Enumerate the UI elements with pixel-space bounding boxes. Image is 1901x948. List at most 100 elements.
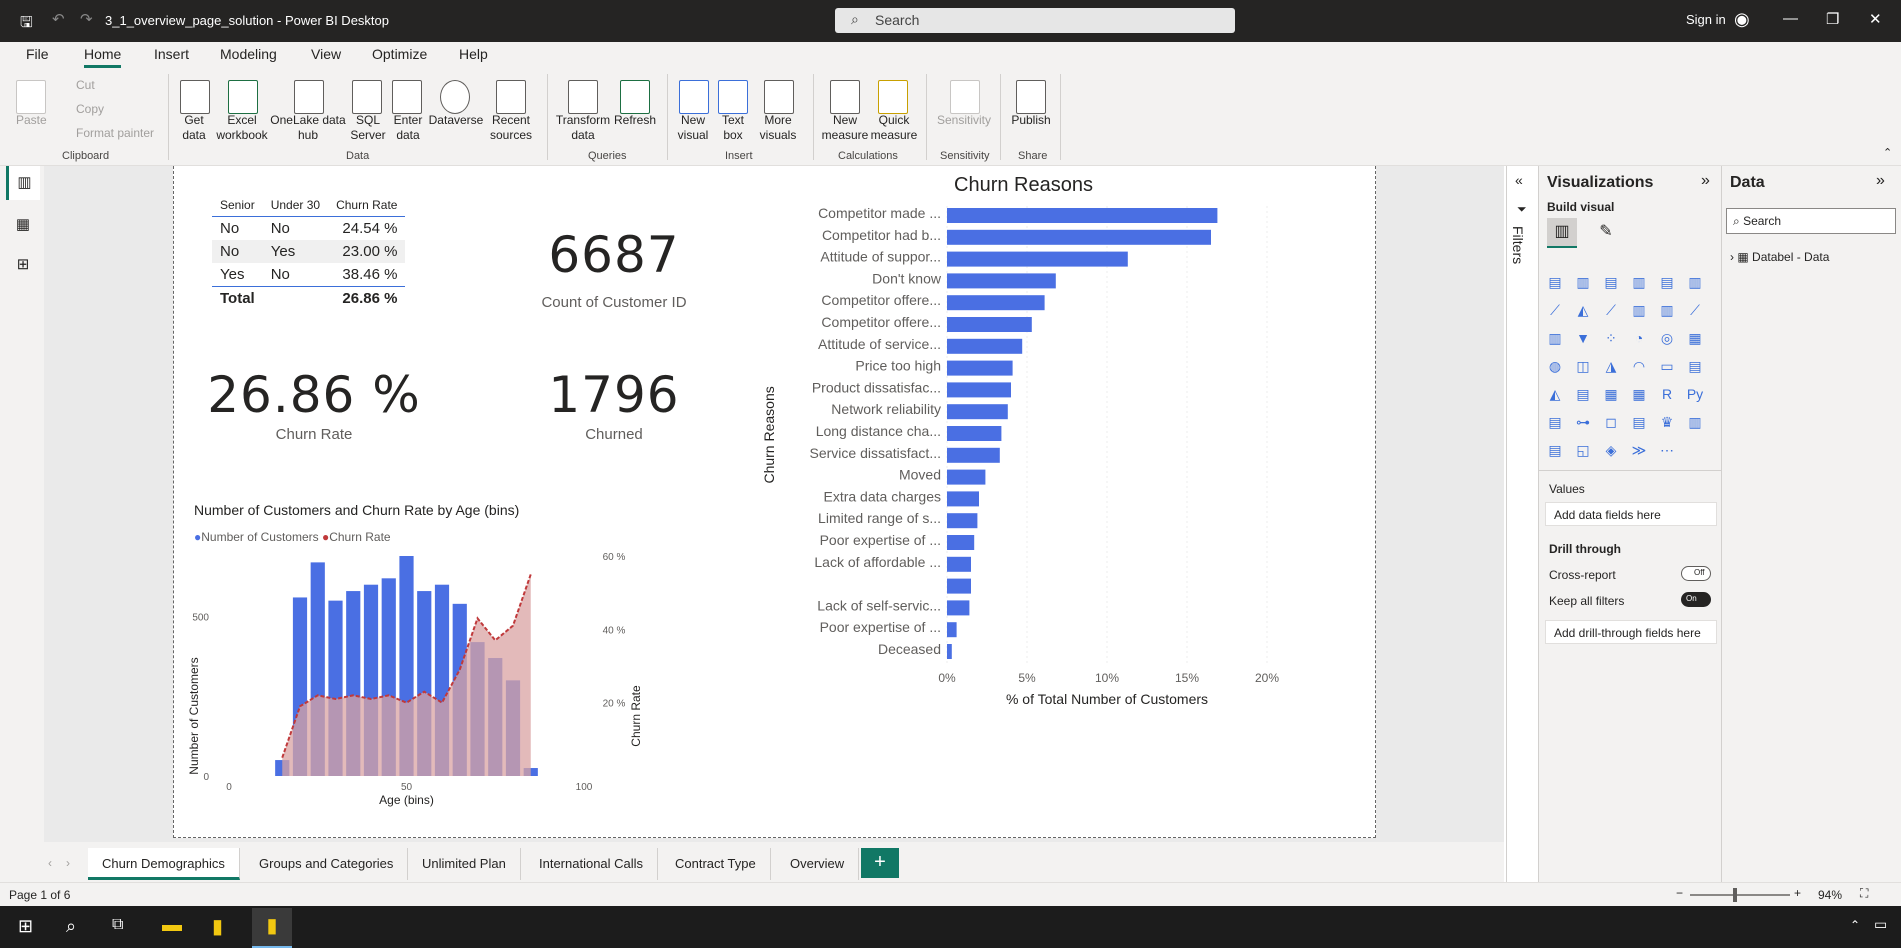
tray-chevron-icon[interactable]: ⌃ [1850,918,1860,932]
tab-contract-type[interactable]: Contract Type [661,848,771,880]
visual-type-icon[interactable]: ⟋ [1685,300,1705,320]
quick-measure-button[interactable]: Quick measure [866,113,922,143]
zoom-thumb[interactable] [1733,888,1737,902]
visual-type-icon[interactable]: R [1657,384,1677,404]
visual-type-icon[interactable]: ▦ [1629,384,1649,404]
sign-in-button[interactable]: Sign in [1686,12,1726,27]
fit-to-page-icon[interactable]: ⛶ [1860,886,1868,901]
model-view-icon[interactable]: ⊞ [6,248,40,282]
menu-file[interactable]: File [26,46,49,62]
tab-unlimited-plan[interactable]: Unlimited Plan [408,848,521,880]
churn-reasons-chart[interactable]: 0% 5% 10% 15% 20% Competitor made ... Competit… [754,196,1364,826]
expand-filters-icon[interactable]: « [1515,172,1523,188]
visual-type-icon[interactable]: ⟋ [1601,300,1621,320]
tab-international-calls[interactable]: International Calls [525,848,659,880]
visual-type-icon[interactable]: ◈ [1601,440,1621,460]
menu-help[interactable]: Help [459,46,488,62]
data-search-input[interactable]: ⌕ Search [1726,208,1896,234]
text-box-button[interactable]: Text box [713,113,753,143]
restore-icon[interactable]: ❐ [1826,10,1839,28]
table-view-icon[interactable]: ▦ [6,208,40,242]
close-icon[interactable]: ✕ [1869,10,1882,28]
format-visual-icon[interactable]: ✎ [1591,218,1621,248]
publish-button[interactable]: Publish [1008,113,1054,128]
tab-churn-demographics[interactable]: Churn Demographics [88,848,240,880]
collapse-data-icon[interactable]: » [1876,172,1885,190]
copy-button[interactable]: Copy [76,102,104,117]
visual-type-icon[interactable]: ♛ [1657,412,1677,432]
visual-type-icon[interactable]: ▤ [1629,412,1649,432]
menu-modeling[interactable]: Modeling [220,46,277,62]
menu-view[interactable]: View [311,46,341,62]
zoom-out-icon[interactable]: − [1676,886,1683,900]
minimize-icon[interactable]: — [1783,10,1798,27]
undo-icon[interactable]: ↶ [52,10,65,28]
menu-home[interactable]: Home [84,46,122,68]
visual-type-icon[interactable]: ◱ [1573,440,1593,460]
file-explorer-icon[interactable]: ▬ [162,914,182,937]
visual-type-icon[interactable]: ◭ [1573,300,1593,320]
visual-type-icon[interactable]: ⊶ [1573,412,1593,432]
collapse-ribbon-icon[interactable]: ⌃ [1883,146,1892,159]
sql-server-button[interactable]: SQL Server [346,113,390,143]
network-icon[interactable]: ▭ [1874,916,1887,933]
enter-data-button[interactable]: Enter data [388,113,428,143]
visual-type-icon[interactable]: Py [1685,384,1705,404]
paste-button[interactable]: Paste [16,113,47,128]
tab-overview[interactable]: Overview [776,848,860,880]
visual-type-icon[interactable]: ▤ [1545,412,1565,432]
visual-type-icon[interactable]: ▥ [1545,328,1565,348]
save-icon[interactable]: 🖫 [20,12,33,37]
add-page-button[interactable]: + [861,848,899,878]
zoom-slider[interactable] [1690,894,1790,896]
new-visual-button[interactable]: New visual [673,113,713,143]
visual-type-icon[interactable]: ◍ [1545,356,1565,376]
get-data-button[interactable]: Get data [174,113,214,143]
visual-type-icon[interactable]: ⟋ [1545,300,1565,320]
add-drill-through-well[interactable]: Add drill-through fields here [1545,620,1717,644]
visual-type-icon[interactable]: ▥ [1685,412,1705,432]
visual-type-icon[interactable]: ◻ [1601,412,1621,432]
visual-type-icon[interactable]: ⁘ [1601,328,1621,348]
visual-type-icon[interactable]: ▤ [1685,356,1705,376]
visual-type-icon[interactable]: ◫ [1573,356,1593,376]
start-icon[interactable]: ⊞ [18,916,33,937]
visual-type-icon[interactable]: ▭ [1657,356,1677,376]
visual-type-icon[interactable]: ▦ [1685,328,1705,348]
recent-sources-button[interactable]: Recent sources [484,113,538,143]
onelake-button[interactable]: OneLake data hub [270,113,346,143]
dataverse-button[interactable]: Dataverse [428,113,484,128]
visual-type-icon[interactable]: ◮ [1601,356,1621,376]
visual-type-icon[interactable]: ▥ [1685,272,1705,292]
menu-optimize[interactable]: Optimize [372,46,427,62]
cut-button[interactable]: Cut [76,78,95,93]
search-icon[interactable]: ⌕ [66,916,76,937]
powerbi-active-icon[interactable]: ▮ [252,908,292,948]
tab-scroll-right-icon[interactable]: › [66,856,70,870]
tab-scroll-left-icon[interactable]: ‹ [48,856,52,870]
visual-type-icon[interactable]: ▤ [1657,272,1677,292]
visual-type-icon[interactable]: ▥ [1629,300,1649,320]
collapse-viz-icon[interactable]: » [1701,172,1710,190]
report-view-icon[interactable]: ▥ [6,166,40,200]
visual-type-icon[interactable]: ▤ [1545,272,1565,292]
redo-icon[interactable]: ↷ [80,10,93,28]
keep-filters-toggle[interactable]: On [1681,592,1711,607]
cross-report-toggle[interactable]: Off [1681,566,1711,581]
visual-type-icon[interactable]: ⋯ [1657,440,1677,460]
zoom-in-icon[interactable]: + [1794,886,1801,900]
filters-pane[interactable]: « ⏷ Filters [1506,166,1538,882]
visual-type-icon[interactable]: ◔ [1629,328,1649,348]
add-data-fields-well[interactable]: Add data fields here [1545,502,1717,526]
transform-data-button[interactable]: Transform data [554,113,612,143]
combo-chart[interactable]: 0 50 100 0 500 20 % 40 % 60 % Age (bins) Number o… [184,546,654,826]
visual-type-icon[interactable]: ▤ [1573,384,1593,404]
visual-type-icon[interactable]: ▤ [1601,272,1621,292]
visual-type-icon[interactable]: ◠ [1629,356,1649,376]
more-visuals-button[interactable]: More visuals [753,113,803,143]
build-visual-icon[interactable]: ▥ [1547,218,1577,248]
format-painter-button[interactable]: Format painter [76,126,154,141]
powerbi-icon[interactable]: ▮ [212,914,223,939]
excel-workbook-button[interactable]: Excel workbook [214,113,270,143]
visual-type-icon[interactable]: ▦ [1601,384,1621,404]
